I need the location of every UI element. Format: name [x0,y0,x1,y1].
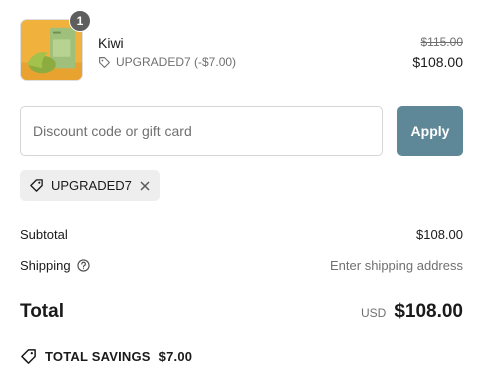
product-discount: UPGRADED7 (-$7.00) [98,55,236,69]
total-amount: USD $108.00 [361,301,463,323]
total-value: $108.00 [394,301,463,322]
discount-code-input[interactable] [20,106,383,156]
subtotal-label: Subtotal [20,227,68,242]
shipping-value: Enter shipping address [330,258,463,273]
total-savings-value: $7.00 [158,349,193,364]
tag-icon [99,56,110,68]
applied-discount-code: UPGRADED7 [51,178,132,193]
close-icon [140,180,150,191]
total-savings-label: TOTAL SAVINGS [45,349,151,364]
item-price: $108.00 [412,54,463,70]
total-label: Total [20,301,64,322]
apply-button[interactable]: Apply [397,106,463,156]
product-discount-label: UPGRADED7 (-$7.00) [116,55,237,69]
product-name: Kiwi [98,35,124,51]
subtotal-value: $108.00 [416,227,463,242]
help-icon[interactable] [76,259,90,272]
shipping-label: Shipping [20,258,71,273]
quantity-badge: 1 [69,10,91,32]
applied-discount-chip: UPGRADED7 [20,170,160,201]
tag-icon [30,179,43,192]
remove-discount-button[interactable] [139,180,151,192]
shipping-row-label: Shipping [20,258,90,273]
original-price: $115.00 [420,35,464,49]
tag-icon [21,349,36,364]
currency-code: USD [360,306,387,320]
total-savings: TOTAL SAVINGS $7.00 [20,348,192,365]
